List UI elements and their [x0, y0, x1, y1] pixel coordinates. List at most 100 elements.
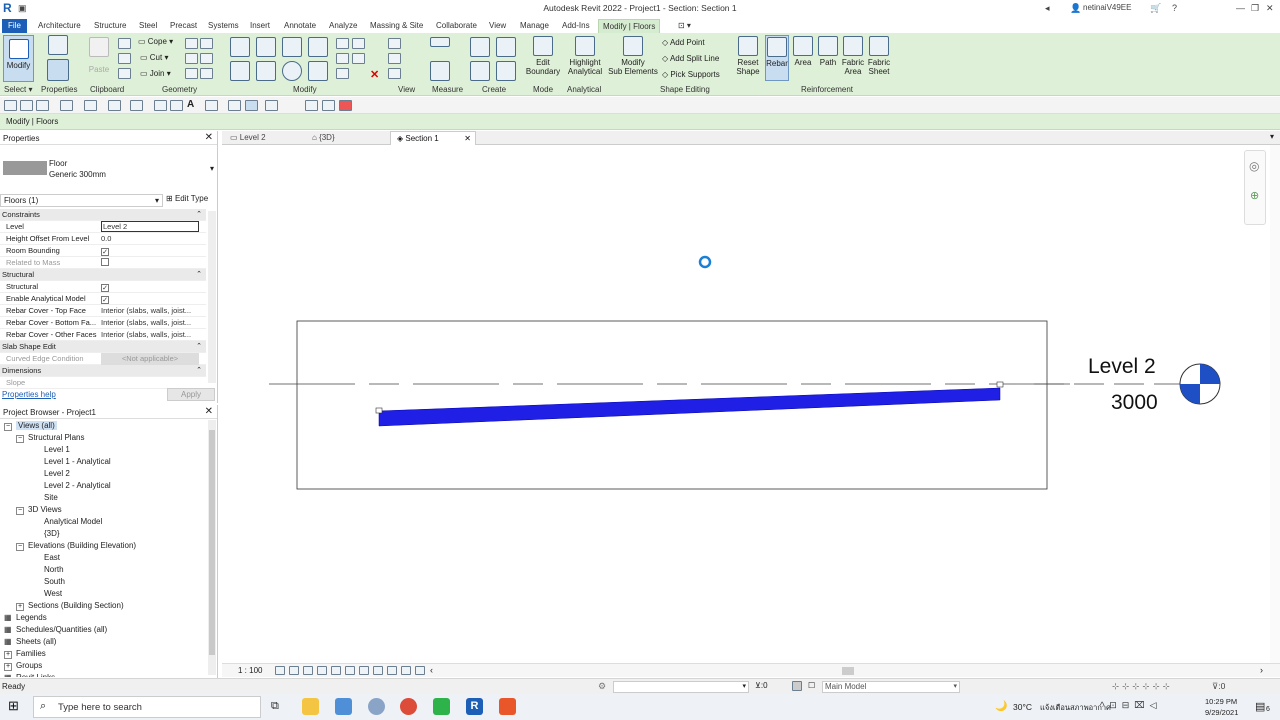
- user-icon[interactable]: 👤: [1070, 3, 1081, 14]
- clock-date[interactable]: 9/29/2021: [1205, 708, 1238, 717]
- detail-level-icon[interactable]: [275, 666, 285, 675]
- sun-path-icon[interactable]: [303, 666, 313, 675]
- copy-button[interactable]: [256, 61, 276, 83]
- browser-item[interactable]: + Sections (Building Section): [16, 601, 124, 611]
- browser-item[interactable]: Site: [44, 493, 58, 502]
- edit-type-button[interactable]: ⊞ Edit Type: [166, 194, 208, 203]
- property-value[interactable]: Interior (slabs, walls, joist...: [101, 329, 199, 341]
- browser-item[interactable]: ▦Revit Links: [4, 673, 55, 677]
- chrome-icon[interactable]: [400, 698, 417, 715]
- cut-button[interactable]: ▭ Cut ▾: [140, 53, 168, 62]
- property-group[interactable]: Constraints ⌃: [0, 209, 206, 221]
- edit-boundary-button[interactable]: Edit Boundary: [525, 36, 561, 76]
- view-tool-1-icon[interactable]: [388, 38, 401, 49]
- design-options-icon[interactable]: [792, 681, 802, 691]
- browser-item[interactable]: Level 1: [44, 445, 70, 454]
- browser-item[interactable]: East: [44, 553, 60, 562]
- checkbox-empty-icon[interactable]: [101, 258, 109, 266]
- property-value[interactable]: Interior (slabs, walls, joist...: [101, 305, 199, 317]
- tab-3d[interactable]: ⌂ {3D}: [306, 131, 341, 145]
- cut-scissors-icon[interactable]: [118, 38, 131, 49]
- tab-add-ins[interactable]: Add-Ins: [558, 19, 594, 33]
- align-button[interactable]: [230, 37, 250, 59]
- recorder-icon[interactable]: [499, 698, 516, 715]
- tab-structure[interactable]: Structure: [90, 19, 130, 33]
- tab-collaborate[interactable]: Collaborate: [432, 19, 481, 33]
- show-crop-icon[interactable]: [345, 666, 355, 675]
- customize-icon[interactable]: [339, 100, 352, 111]
- property-group[interactable]: Structural ⌃: [0, 269, 206, 281]
- windows-start-icon[interactable]: ⊞: [8, 698, 19, 714]
- tab-modify-floors[interactable]: Modify | Floors: [598, 19, 661, 33]
- checkbox-checked-icon[interactable]: ✓: [101, 284, 109, 292]
- browser-item[interactable]: {3D}: [44, 529, 60, 538]
- zoom-icon[interactable]: ⊕: [1250, 189, 1259, 202]
- collapse-group-icon[interactable]: ⌃: [196, 209, 202, 221]
- horizontal-scroll-thumb[interactable]: [842, 667, 854, 675]
- revit-taskbar-icon[interactable]: R: [466, 698, 483, 715]
- collapse-icon[interactable]: −: [16, 435, 24, 443]
- geometry-tool-2-icon[interactable]: [200, 38, 213, 49]
- split-icon[interactable]: [336, 38, 349, 49]
- settings-app-icon[interactable]: [368, 698, 385, 715]
- vertical-scrollbar[interactable]: [1270, 145, 1280, 663]
- tile-views-icon[interactable]: [322, 100, 335, 111]
- geometry-tool-3-icon[interactable]: [185, 53, 198, 64]
- back-icon[interactable]: ◂: [1045, 3, 1050, 14]
- properties-scrollbar[interactable]: [208, 211, 216, 383]
- file-explorer-icon[interactable]: [302, 698, 319, 715]
- browser-item[interactable]: ▦ Schedules/Quantities (all): [4, 625, 107, 634]
- offset-button[interactable]: [256, 37, 276, 59]
- text-icon[interactable]: A: [187, 99, 194, 110]
- browser-close-icon[interactable]: ✕: [205, 406, 213, 417]
- property-checkbox[interactable]: [101, 257, 199, 269]
- print-icon[interactable]: [108, 100, 121, 111]
- modify-sub-elements-button[interactable]: Modify Sub Elements: [608, 36, 658, 76]
- tab-level-2[interactable]: ▭ Level 2: [224, 131, 272, 145]
- view-scale[interactable]: 1 : 100: [238, 666, 262, 675]
- tab-insert[interactable]: Insert: [246, 19, 274, 33]
- open-icon[interactable]: [4, 100, 17, 111]
- geometry-tool-6-icon[interactable]: [200, 68, 213, 79]
- dimension-button[interactable]: [430, 61, 450, 83]
- property-checkbox[interactable]: ✓: [101, 281, 199, 293]
- property-checkbox[interactable]: ✓: [101, 245, 199, 257]
- measure-button[interactable]: [430, 37, 450, 49]
- geometry-tool-4-icon[interactable]: [200, 53, 213, 64]
- scroll-left-icon[interactable]: ‹: [430, 665, 433, 675]
- system-tray-icons[interactable]: ^⊡⊟⌧◁: [1100, 700, 1162, 711]
- property-group[interactable]: Slab Shape Edit ⌃: [0, 341, 206, 353]
- thin-lines-icon[interactable]: [245, 100, 258, 111]
- tab-view[interactable]: View: [485, 19, 510, 33]
- reveal-hidden-icon[interactable]: [373, 666, 383, 675]
- copy-icon[interactable]: [118, 53, 131, 64]
- expand-icon[interactable]: +: [4, 663, 12, 671]
- level-name[interactable]: Level 2: [1088, 355, 1156, 379]
- tab-massing-site[interactable]: Massing & Site: [366, 19, 427, 33]
- cope-button[interactable]: ▭ Cope ▾: [138, 37, 173, 46]
- apply-button[interactable]: Apply: [167, 388, 215, 401]
- browser-item[interactable]: Level 2: [44, 469, 70, 478]
- floor-slab[interactable]: [378, 387, 1001, 427]
- fabric-sheet-button[interactable]: Fabric Sheet: [867, 36, 891, 76]
- measure-qat-icon[interactable]: [130, 100, 143, 111]
- rebar-button[interactable]: Rebar: [765, 35, 789, 81]
- create-part-button[interactable]: [470, 37, 490, 59]
- rotate-button[interactable]: [282, 61, 302, 83]
- steering-wheel-icon[interactable]: ◎: [1249, 159, 1259, 173]
- browser-item[interactable]: −3D Views: [16, 505, 62, 515]
- sync-icon[interactable]: [36, 100, 49, 111]
- switch-windows-icon[interactable]: [305, 100, 318, 111]
- taskbar-search[interactable]: ⌕ Type here to search: [33, 696, 261, 718]
- split-gap-icon[interactable]: [352, 38, 365, 49]
- browser-scroll-thumb[interactable]: [209, 430, 215, 655]
- minimize-icon[interactable]: —: [1236, 3, 1245, 13]
- property-value[interactable]: 0.0: [101, 233, 199, 245]
- mirror-draw-button[interactable]: [308, 37, 328, 59]
- collapse-group-icon[interactable]: ⌃: [196, 365, 202, 377]
- property-checkbox[interactable]: ✓: [101, 293, 199, 305]
- drawing-area[interactable]: Level 2 3000 ◎ ⊕: [222, 145, 1280, 663]
- tab-steel[interactable]: Steel: [135, 19, 161, 33]
- checkbox-checked-icon[interactable]: ✓: [101, 296, 109, 304]
- tabs-overflow-icon[interactable]: ▾: [1270, 132, 1274, 141]
